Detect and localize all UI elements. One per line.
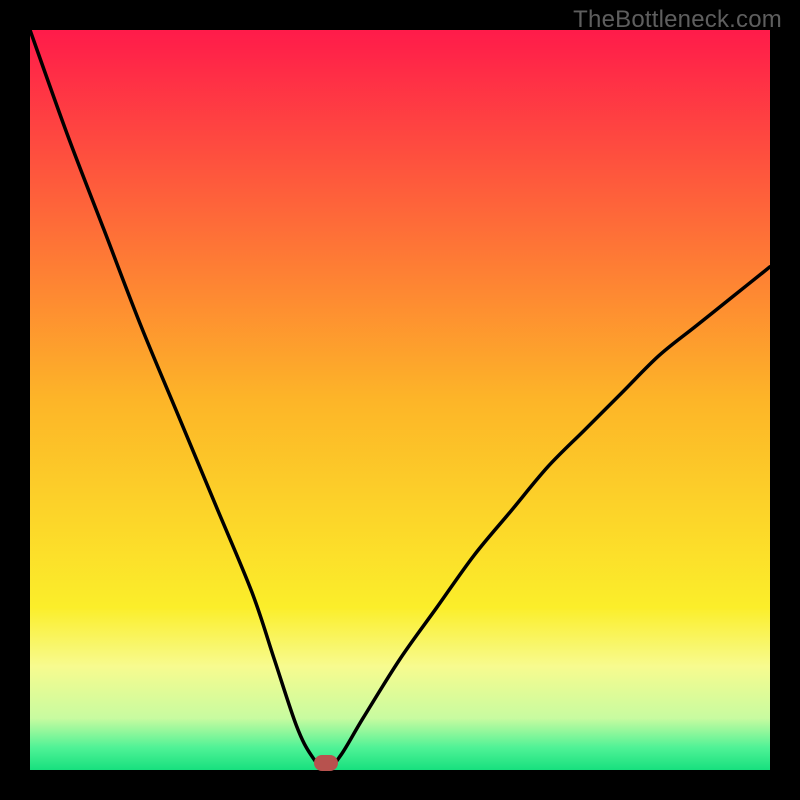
background-gradient bbox=[30, 30, 770, 770]
plot-area bbox=[30, 30, 770, 770]
optimum-marker bbox=[314, 755, 338, 771]
watermark-text: TheBottleneck.com bbox=[573, 6, 782, 34]
chart-frame: TheBottleneck.com bbox=[0, 0, 800, 800]
